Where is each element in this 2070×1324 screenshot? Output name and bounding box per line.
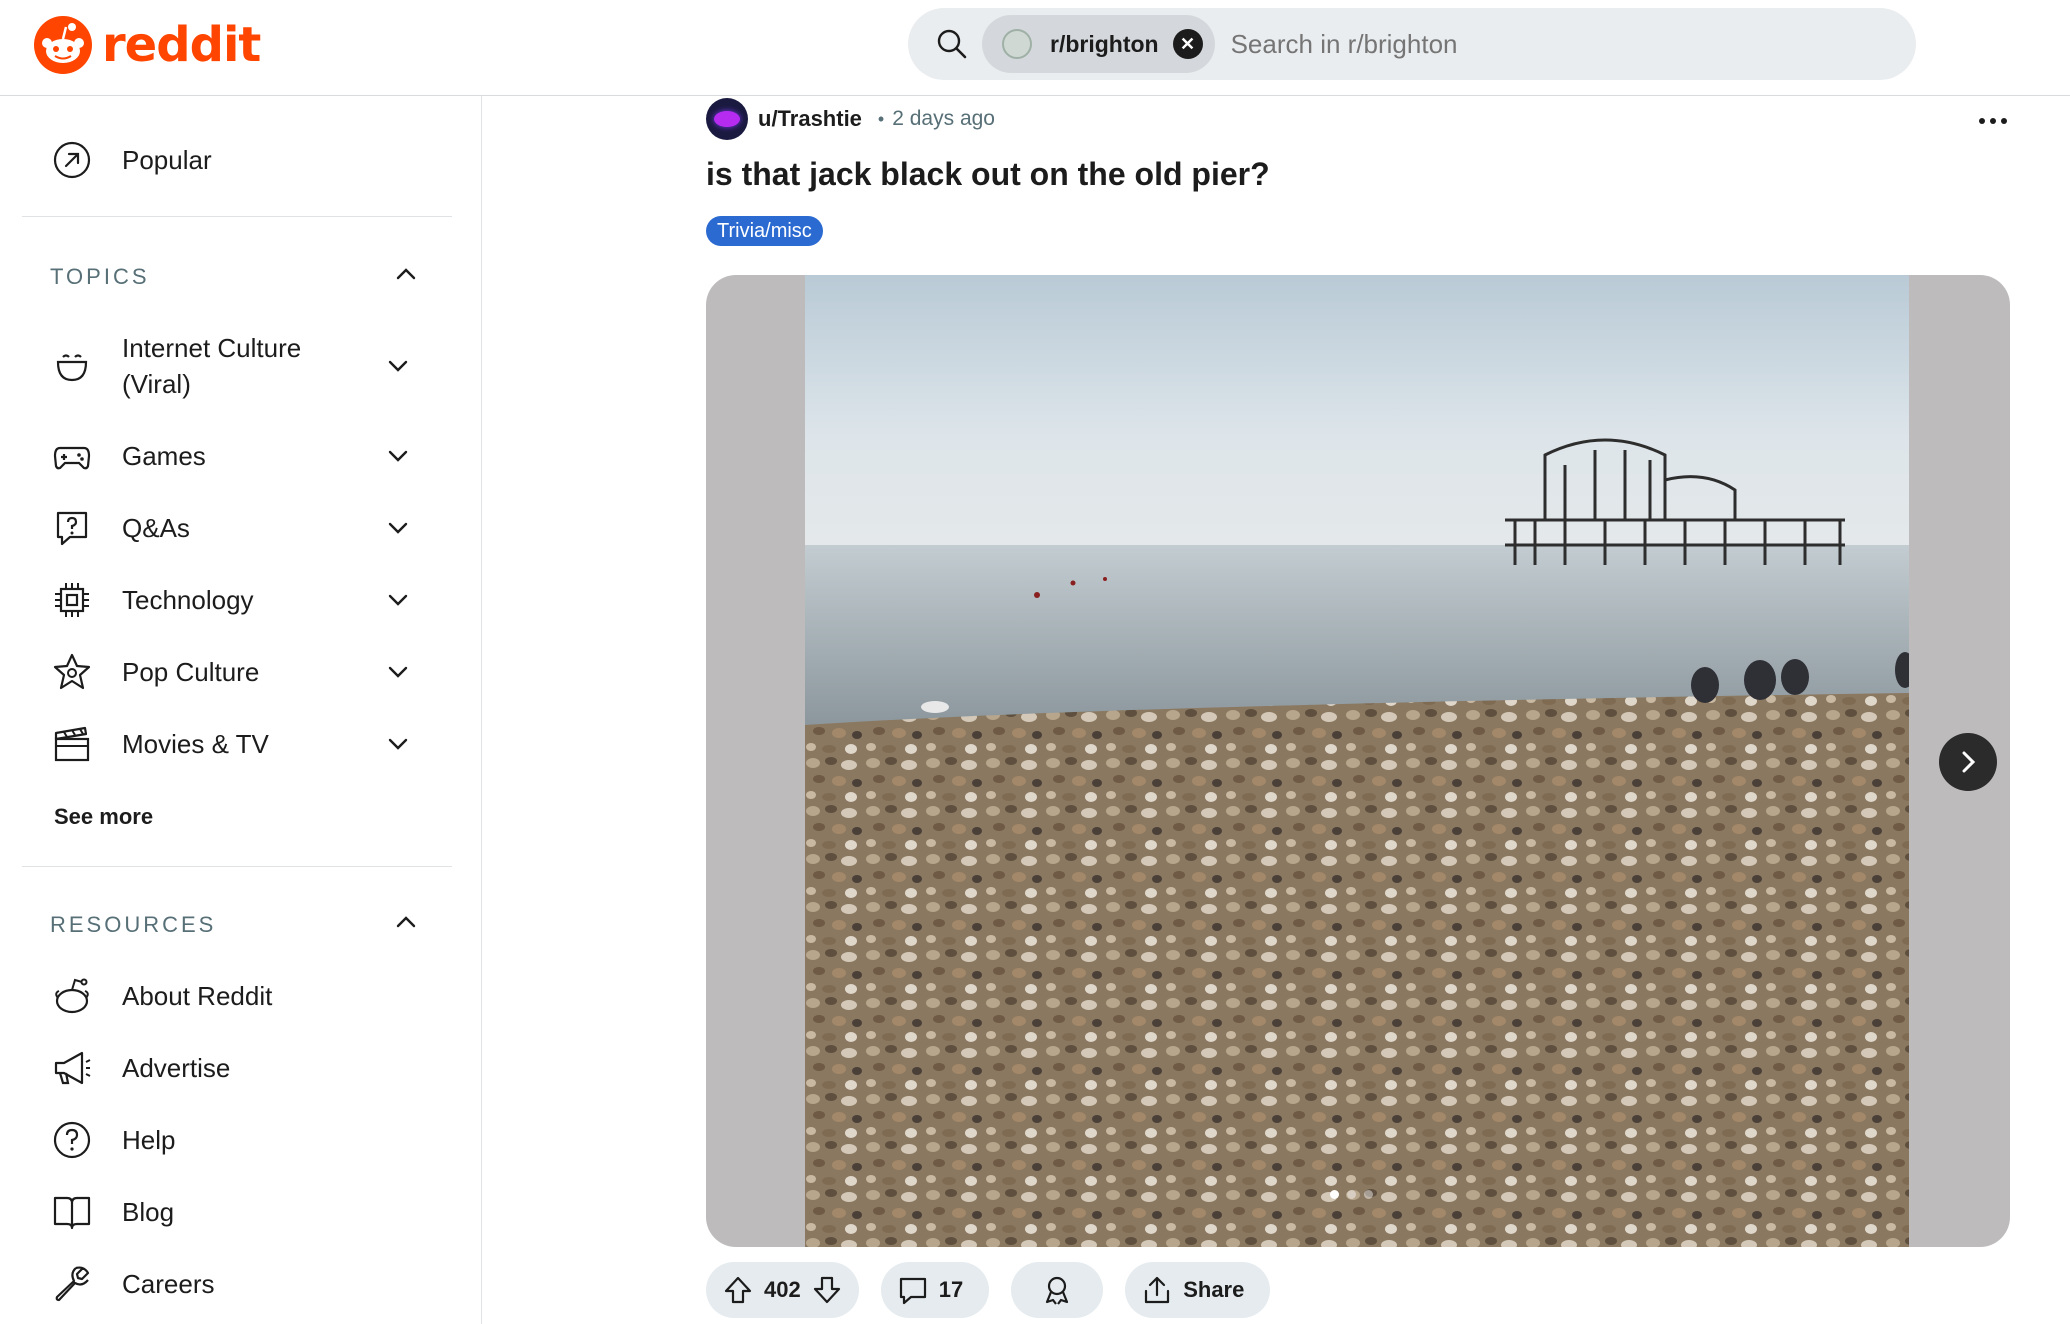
- sidebar-item-label: Internet Culture (Viral): [122, 333, 302, 399]
- vote-control: 402: [706, 1262, 859, 1318]
- gallery-next-button[interactable]: [1939, 733, 1997, 791]
- post-image-gallery[interactable]: [706, 275, 2010, 1247]
- sidebar-item-label: Q&As: [122, 512, 190, 543]
- meta-separator: •: [877, 108, 885, 129]
- resources-heading: RESOURCES: [50, 912, 217, 937]
- comments-button[interactable]: 17: [880, 1262, 990, 1318]
- post-flair[interactable]: Trivia/misc: [706, 216, 823, 246]
- gallery-pagination: [1330, 1190, 1373, 1199]
- left-sidebar: Popular TOPICS Internet Culture (Viral) …: [22, 96, 452, 1324]
- book-icon: [53, 1196, 91, 1230]
- chevron-down-icon[interactable]: [384, 442, 412, 470]
- reddit-logo[interactable]: reddit: [34, 16, 261, 74]
- sidebar-item-help[interactable]: Help: [52, 1120, 442, 1160]
- sidebar-item-label: Help: [122, 1124, 176, 1155]
- sidebar-item-internet-culture[interactable]: Internet Culture (Viral): [52, 330, 442, 402]
- sidebar-item-label: Blog: [122, 1196, 175, 1227]
- post-meta: u/Trashtie • 2 days ago: [706, 98, 995, 140]
- sidebar-item-label: Games: [122, 440, 206, 471]
- downvote-icon[interactable]: [811, 1274, 843, 1306]
- topics-heading: TOPICS: [50, 264, 150, 289]
- sidebar-item-popular[interactable]: Popular: [52, 140, 442, 180]
- subreddit-filter-chip[interactable]: r/brighton ✕: [982, 15, 1215, 73]
- post-timestamp: 2 days ago: [892, 107, 995, 130]
- search-input[interactable]: [1230, 28, 1831, 60]
- sidebar-item-label: Advertise: [122, 1052, 231, 1083]
- sidebar-item-pop-culture[interactable]: Pop Culture: [52, 652, 442, 692]
- vote-count: 402: [764, 1277, 801, 1302]
- star-icon: [53, 653, 91, 690]
- wrench-icon: [55, 1266, 90, 1302]
- sidebar-divider: [481, 96, 482, 1324]
- sidebar-item-label: Pop Culture: [122, 656, 260, 687]
- close-icon[interactable]: ✕: [1172, 29, 1203, 59]
- post-title[interactable]: is that jack black out on the old pier?: [706, 156, 1270, 193]
- megaphone-icon: [54, 1051, 91, 1085]
- sidebar-item-label: Popular: [122, 144, 212, 175]
- author-avatar[interactable]: [706, 98, 748, 140]
- sidebar-item-blog[interactable]: Blog: [52, 1192, 442, 1232]
- sidebar-item-games[interactable]: Games: [52, 436, 442, 476]
- more-options-icon[interactable]: [1976, 104, 2010, 138]
- popular-arrow-icon: [53, 141, 91, 179]
- smile-icon: [56, 354, 88, 382]
- gallery-dot[interactable]: [1347, 1190, 1356, 1199]
- brand-wordmark: reddit: [102, 17, 261, 73]
- sidebar-item-movies-tv[interactable]: Movies & TV: [52, 724, 442, 764]
- chevron-down-icon[interactable]: [384, 514, 412, 542]
- sidebar-item-careers[interactable]: Careers: [52, 1264, 442, 1304]
- award-button[interactable]: [1011, 1262, 1104, 1318]
- chevron-right-icon: [1962, 751, 1976, 773]
- award-icon: [1046, 1276, 1069, 1305]
- reddit-alien-icon: [55, 978, 89, 1014]
- sidebar-item-technology[interactable]: Technology: [52, 580, 442, 620]
- share-button[interactable]: Share: [1125, 1262, 1271, 1318]
- divider: [22, 216, 452, 217]
- comment-count: 17: [938, 1277, 964, 1302]
- upvote-icon[interactable]: [722, 1274, 754, 1306]
- author-link[interactable]: u/Trashtie: [758, 106, 862, 132]
- subreddit-chip-label: r/brighton: [1050, 30, 1159, 57]
- chevron-down-icon[interactable]: [384, 586, 412, 614]
- subreddit-avatar: [1002, 29, 1032, 59]
- sidebar-item-label: Careers: [122, 1268, 215, 1299]
- sidebar-item-label: Movies & TV: [122, 728, 269, 759]
- gallery-dot[interactable]: [1330, 1190, 1339, 1199]
- help-icon: [53, 1121, 91, 1159]
- search-bar[interactable]: r/brighton ✕: [908, 8, 1916, 80]
- sidebar-item-about-reddit[interactable]: About Reddit: [52, 976, 442, 1016]
- post-actions: 402 17 Share: [706, 1262, 1271, 1318]
- share-icon: [1145, 1276, 1170, 1304]
- sidebar-item-advertise[interactable]: Advertise: [52, 1048, 442, 1088]
- chevron-down-icon[interactable]: [384, 658, 412, 686]
- share-label: Share: [1183, 1277, 1245, 1302]
- sidebar-item-qas[interactable]: Q&As: [52, 508, 442, 548]
- chip-icon: [55, 583, 89, 617]
- beach-pier-photo: [805, 275, 1909, 1247]
- chevron-up-icon[interactable]: [392, 260, 420, 288]
- question-bubble-icon: [56, 511, 88, 546]
- see-more-link[interactable]: See more: [54, 804, 153, 830]
- search-icon: [937, 29, 967, 59]
- gallery-dot[interactable]: [1364, 1190, 1373, 1199]
- sidebar-item-label: About Reddit: [122, 980, 273, 1011]
- chevron-down-icon[interactable]: [384, 352, 412, 380]
- chevron-down-icon[interactable]: [384, 730, 412, 758]
- divider: [22, 866, 452, 867]
- comment-icon: [899, 1277, 926, 1305]
- clapperboard-icon: [54, 726, 90, 762]
- reddit-alien-icon: [34, 16, 92, 74]
- top-header: reddit r/brighton ✕: [0, 0, 2070, 96]
- gamepad-icon: [53, 446, 91, 470]
- sidebar-item-label: Technology: [122, 584, 254, 615]
- chevron-up-icon[interactable]: [392, 908, 420, 936]
